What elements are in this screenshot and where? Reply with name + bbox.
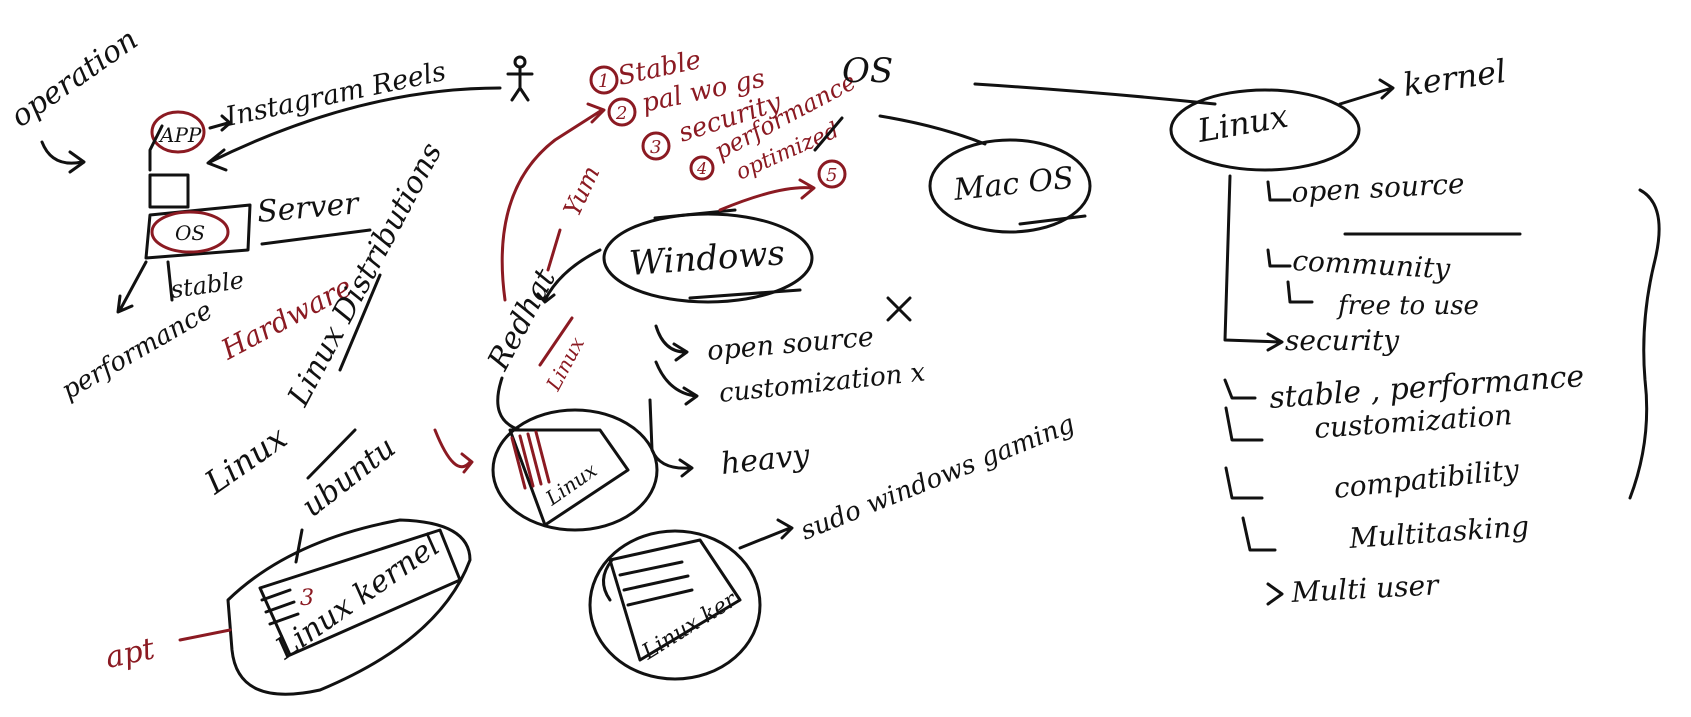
feature-item: free to use	[1336, 291, 1479, 321]
label-redhat: Redhat	[481, 262, 564, 376]
windows-underline	[688, 288, 802, 300]
note-sudo: sudo windows gaming	[796, 409, 1079, 546]
feature-item: open source	[1291, 167, 1466, 209]
feature-hook	[1224, 466, 1264, 500]
label-mac-os: Mac OS	[951, 161, 1075, 208]
connector-os-mac	[878, 114, 987, 146]
feature-hook	[1266, 248, 1292, 268]
yum-tick	[546, 228, 562, 272]
linux-feature-trunk	[1223, 174, 1284, 352]
prop-num: 1	[598, 71, 609, 92]
feature-item: Multitasking	[1347, 510, 1530, 556]
os-properties-list: 1 Stable 2 pal wo gs 3 security 4 perfor…	[589, 45, 861, 185]
arrow-open-source	[654, 324, 689, 362]
arrow-performance	[116, 260, 148, 314]
cross-mark-icon	[886, 296, 912, 322]
connector-ubuntu-box	[294, 528, 304, 564]
note-kernel: kernel	[1401, 52, 1509, 104]
note-apt: apt	[102, 631, 158, 676]
note-server: Server	[256, 186, 362, 230]
feature-hook	[1286, 280, 1314, 304]
connector-os-linux	[973, 82, 1217, 106]
feature-hook	[1266, 180, 1292, 202]
person-icon	[506, 55, 534, 102]
connector-redhat-box	[496, 376, 522, 432]
underline-server	[260, 228, 372, 246]
note-customization-x: customization x	[718, 357, 927, 409]
note-open-source-x: open source	[706, 322, 875, 367]
label-app: APP	[158, 123, 202, 147]
prop-num: 4	[696, 159, 707, 178]
arrow-windows-to-5	[718, 178, 816, 212]
arrow-customization	[654, 360, 699, 406]
num5-label: 5	[826, 165, 837, 186]
feature-hook	[1241, 516, 1277, 552]
note-linux-distributions: Linux Distributions	[281, 137, 450, 413]
note-linux-top-dist: Linux	[197, 418, 294, 502]
feature-item: Multi user	[1290, 568, 1441, 609]
macos-underline	[1018, 214, 1087, 226]
red-stripes	[510, 430, 551, 490]
arrow-ubuntu-to-redhat	[433, 428, 474, 474]
label-windows: Windows	[628, 233, 786, 284]
arrow-linux-kernel	[1338, 78, 1395, 106]
note-stable: stable	[169, 266, 246, 304]
feature-hook	[1224, 406, 1264, 442]
note-os-main: OS	[842, 51, 893, 91]
linux-features-list: open source community free to use securi…	[1223, 167, 1585, 609]
label-os-box: OS	[175, 221, 205, 245]
prop-num: 2	[615, 103, 627, 124]
note-yum: Yum	[558, 162, 605, 221]
prop-num: 3	[650, 137, 661, 158]
arrow-wsl	[738, 518, 794, 550]
note-linux-red: Linux	[541, 333, 589, 395]
whiteboard-canvas: operation Instagram Reels APP OS Server …	[5, 22, 1661, 696]
note-heavy: heavy	[719, 438, 812, 482]
note-operation: operation	[5, 22, 145, 135]
label-linux-small: Linux	[540, 458, 601, 511]
arrow-operation	[40, 140, 86, 174]
features-brace	[1628, 188, 1661, 500]
feature-item: compatibility	[1332, 453, 1521, 505]
feature-hook	[1223, 378, 1257, 400]
feature-item: community	[1292, 244, 1452, 285]
note-ubuntu: ubuntu	[295, 430, 402, 524]
arrow-down-stable	[166, 260, 174, 302]
feature-hook	[1266, 582, 1284, 606]
feature-item: security	[1285, 324, 1400, 357]
arrow-apt	[178, 628, 232, 642]
device-box	[148, 173, 190, 209]
note-performance: performance	[57, 296, 218, 406]
wsl-lines	[618, 560, 694, 607]
